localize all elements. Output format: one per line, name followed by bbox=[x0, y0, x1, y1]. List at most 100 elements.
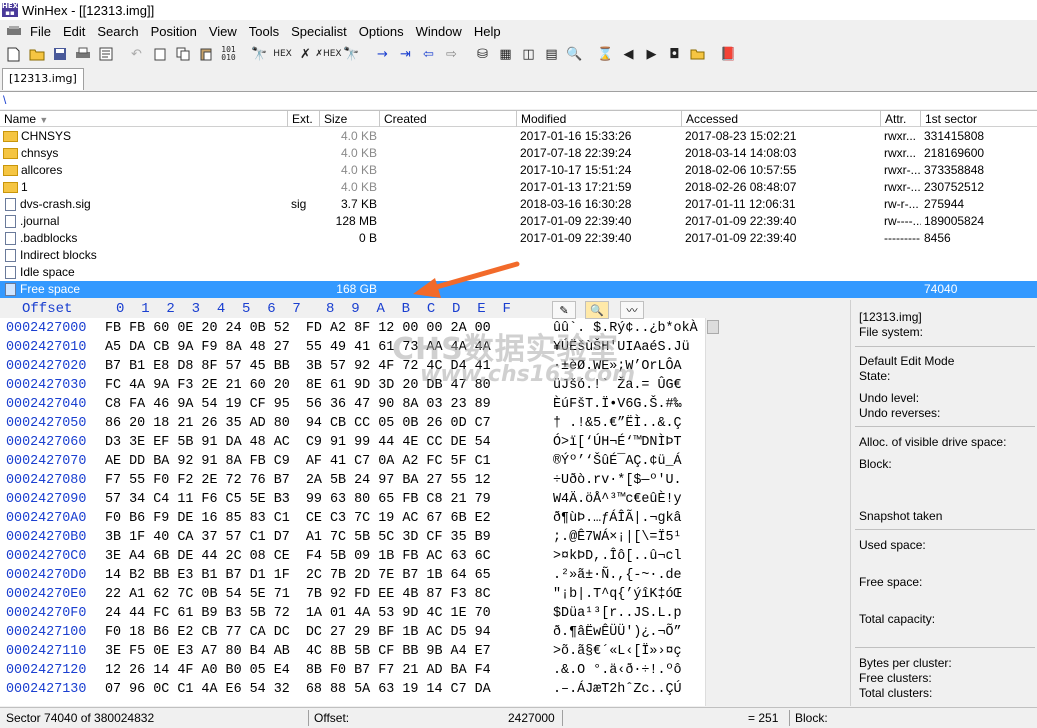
hex-ascii[interactable]: ;.@Ê7WÁ×¡|[\=Ï5¹ bbox=[553, 528, 682, 547]
hex-row[interactable]: 0002427080 F7 55 F0 F2 2E 72 76 B7 2A 5B … bbox=[0, 471, 705, 490]
hex-row[interactable]: 0002427100 F0 18 B6 E2 CB 77 CA DC DC 27 … bbox=[0, 623, 705, 642]
hex-bytes[interactable]: AE DD BA 92 91 8A FB C9 AF 41 C7 0A A2 F… bbox=[105, 452, 491, 471]
next-icon[interactable]: ▶ bbox=[642, 45, 661, 64]
ram-editor-icon[interactable]: ▦ bbox=[496, 45, 515, 64]
hex-ascii[interactable]: ð¶ùÞ.…ƒÁÎÃ|.¬gkâ bbox=[553, 509, 682, 528]
hex-ascii[interactable]: Ó>ï[‘ÚH¬É‘™DNÌÞT bbox=[553, 433, 682, 452]
menu-edit[interactable]: Edit bbox=[57, 24, 91, 39]
hex-bytes[interactable]: F0 18 B6 E2 CB 77 CA DC DC 27 29 BF 1B A… bbox=[105, 623, 491, 642]
hex-ascii[interactable]: ð.¶âËwÊÜÜ')¿.¬Õ” bbox=[553, 623, 682, 642]
search-icon[interactable]: 🔍 bbox=[565, 45, 584, 64]
hex-ascii[interactable]: .²»ã±·Ñ.,{-~·.de bbox=[553, 566, 682, 585]
hex-bytes[interactable]: 57 34 C4 11 F6 C5 5E B3 99 63 80 65 FB C… bbox=[105, 490, 491, 509]
menu-tools[interactable]: Tools bbox=[243, 24, 285, 39]
hex-ascii[interactable]: $Düa¹³[r..JS.L.p bbox=[553, 604, 682, 623]
hex-row[interactable]: 00024270C0 3E A4 6B DE 44 2C 08 CE F4 5B … bbox=[0, 547, 705, 566]
hex-ascii[interactable]: ®Ýº’‘ŠûÉ¯AÇ.¢ü_Á bbox=[553, 452, 682, 471]
hex-row[interactable]: 0002427110 3E F5 0E E3 A7 80 B4 AB 4C 8B … bbox=[0, 642, 705, 661]
folder-icon[interactable] bbox=[688, 45, 707, 64]
hex-bytes[interactable]: 12 26 14 4F A0 B0 05 E4 8B F0 B7 F7 21 A… bbox=[105, 661, 491, 680]
hex-row[interactable]: 00024270D0 14 B2 BB E3 B1 B7 D1 1F 2C 7B … bbox=[0, 566, 705, 585]
column-name[interactable]: Name ▼ bbox=[0, 111, 288, 127]
directory-row[interactable]: CHNSYS 4.0 KB 2017-01-16 15:33:26 2017-08-2… bbox=[0, 128, 1037, 145]
menu-search[interactable]: Search bbox=[91, 24, 144, 39]
find-again-icon[interactable]: 🔭 bbox=[342, 45, 361, 64]
camera-icon[interactable]: ◘ bbox=[665, 45, 684, 64]
hex-bytes[interactable]: 3E F5 0E E3 A7 80 B4 AB 4C 8B 5B CF BB 9… bbox=[105, 642, 491, 661]
hex-bytes[interactable]: 14 B2 BB E3 B1 B7 D1 1F 2C 7B 2D 7E B7 1… bbox=[105, 566, 491, 585]
new-file-icon[interactable] bbox=[4, 45, 23, 64]
column-attr[interactable]: Attr. bbox=[881, 111, 921, 127]
hex-bytes[interactable]: 24 44 FC 61 B9 B3 5B 72 1A 01 4A 53 9D 4… bbox=[105, 604, 491, 623]
hex-row[interactable]: 0002427040 C8 FA 46 9A 54 19 CF 95 56 36 … bbox=[0, 395, 705, 414]
hex-ascii[interactable]: >¤kÞD,.Îô[..û¬cl bbox=[553, 547, 682, 566]
hex-row[interactable]: 0002427090 57 34 C4 11 F6 C5 5E B3 99 63 … bbox=[0, 490, 705, 509]
directory-row[interactable]: chnsys 4.0 KB 2017-07-18 22:39:24 2018-03-1… bbox=[0, 145, 1037, 162]
write-block-icon[interactable]: 101 010 bbox=[219, 45, 238, 64]
column-created[interactable]: Created bbox=[380, 111, 517, 127]
previous-icon[interactable]: ◀ bbox=[619, 45, 638, 64]
hex-bytes[interactable]: F0 B6 F9 DE 16 85 83 C1 CE C3 7C 19 AC 6… bbox=[105, 509, 491, 528]
hex-ascii[interactable]: .&.O °.ä‹ð·÷!.ºô bbox=[553, 661, 682, 680]
column-accessed[interactable]: Accessed bbox=[682, 111, 881, 127]
disk-icon[interactable]: ◫ bbox=[519, 45, 538, 64]
hex-ascii[interactable]: >õ.ã§€´«L‹[Ï»›¤ç bbox=[553, 642, 682, 661]
hex-bytes[interactable]: 07 96 0C C1 4A E6 54 32 68 88 5A 63 19 1… bbox=[105, 680, 491, 699]
hex-row[interactable]: 0002427050 86 20 18 21 26 35 AD 80 94 CB … bbox=[0, 414, 705, 433]
magnifier-mode-icon[interactable]: 🔍 bbox=[585, 301, 609, 319]
hex-row[interactable]: 00024270E0 22 A1 62 7C 0B 54 5E 71 7B 92 … bbox=[0, 585, 705, 604]
undo-icon[interactable]: ↶ bbox=[127, 45, 146, 64]
hex-row[interactable]: 00024270A0 F0 B6 F9 DE 16 85 83 C1 CE C3 … bbox=[0, 509, 705, 528]
help-book-icon[interactable]: 📕 bbox=[719, 45, 738, 64]
menu-options[interactable]: Options bbox=[353, 24, 410, 39]
hex-row[interactable]: 0002427060 D3 3E EF 5B 91 DA 48 AC C9 91 … bbox=[0, 433, 705, 452]
menu-position[interactable]: Position bbox=[145, 24, 203, 39]
menu-specialist[interactable]: Specialist bbox=[285, 24, 353, 39]
pen-mode-icon[interactable]: ✎ bbox=[552, 301, 576, 319]
directory-row[interactable]: dvs-crash.sig sig 3.7 KB 2018-03-16 16:30:2… bbox=[0, 196, 1037, 213]
forward-icon[interactable]: ⇨ bbox=[442, 45, 461, 64]
hex-row[interactable]: 00024270B0 3B 1F 40 CA 37 57 C1 D7 A1 7C … bbox=[0, 528, 705, 547]
paste-icon[interactable] bbox=[196, 45, 215, 64]
hex-bytes[interactable]: 3B 1F 40 CA 37 57 C1 D7 A1 7C 5B 5C 3D C… bbox=[105, 528, 491, 547]
copy-icon[interactable] bbox=[173, 45, 192, 64]
hex-bytes[interactable]: C8 FA 46 9A 54 19 CF 95 56 36 47 90 8A 0… bbox=[105, 395, 491, 414]
menu-help[interactable]: Help bbox=[468, 24, 507, 39]
directory-row[interactable]: .badblocks 0 B 2017-01-09 22:39:40 2017-01-… bbox=[0, 230, 1037, 247]
scrollbar-thumb[interactable] bbox=[707, 320, 719, 334]
tab-12313-img[interactable]: [12313.img] bbox=[2, 68, 84, 90]
hex-bytes[interactable]: F7 55 F0 F2 2E 72 76 B7 2A 5B 24 97 BA 2… bbox=[105, 471, 491, 490]
menu-view[interactable]: View bbox=[203, 24, 243, 39]
print-icon[interactable] bbox=[73, 45, 92, 64]
disk-editor-icon[interactable]: ⛁ bbox=[473, 45, 492, 64]
hex-bytes[interactable]: 3E A4 6B DE 44 2C 08 CE F4 5B 09 1B FB A… bbox=[105, 547, 491, 566]
hex-row[interactable]: 0002427120 12 26 14 4F A0 B0 05 E4 8B F0 … bbox=[0, 661, 705, 680]
save-icon[interactable] bbox=[50, 45, 69, 64]
menu-file[interactable]: File bbox=[24, 24, 57, 39]
go-to-offset-icon[interactable]: → bbox=[373, 45, 392, 64]
snapshot-icon[interactable]: ⌛ bbox=[596, 45, 615, 64]
directory-row[interactable]: 1 4.0 KB 2017-01-13 17:21:59 2018-02-26 08:… bbox=[0, 179, 1037, 196]
hex-scrollbar[interactable] bbox=[705, 318, 720, 706]
directory-row[interactable]: .journal 128 MB 2017-01-09 22:39:40 2017-01… bbox=[0, 213, 1037, 230]
directory-row[interactable]: allcores 4.0 KB 2017-10-17 15:51:24 2018-02… bbox=[0, 162, 1037, 179]
hex-ascii[interactable]: † .!&5.€”ËÌ..&.Ç bbox=[553, 414, 682, 433]
menu-window[interactable]: Window bbox=[410, 24, 468, 39]
calculator-icon[interactable]: ▤ bbox=[542, 45, 561, 64]
hex-row[interactable]: 00024270F0 24 44 FC 61 B9 B3 5B 72 1A 01 … bbox=[0, 604, 705, 623]
hex-bytes[interactable]: 86 20 18 21 26 35 AD 80 94 CB CC 05 0B 2… bbox=[105, 414, 491, 433]
find-text-icon[interactable]: 🔭 bbox=[250, 45, 269, 64]
back-icon[interactable]: ⇦ bbox=[419, 45, 438, 64]
column-ext[interactable]: Ext. bbox=[288, 111, 320, 127]
wave-mode-icon[interactable]: 〰 bbox=[620, 301, 644, 319]
hex-row[interactable]: 0002427130 07 96 0C C1 4A E6 54 32 68 88 … bbox=[0, 680, 705, 699]
open-file-icon[interactable] bbox=[27, 45, 46, 64]
column-size[interactable]: Size bbox=[320, 111, 380, 127]
system-menu-icon[interactable] bbox=[4, 24, 24, 38]
hex-ascii[interactable]: W4Ä.öÅ^³™c€eûÈ!y bbox=[553, 490, 682, 509]
find-hex-icon[interactable]: HEX bbox=[273, 45, 292, 64]
hex-ascii[interactable]: "¡b|.T^q{’ýîK‡óŒ bbox=[553, 585, 682, 604]
hex-ascii[interactable]: ÷Uðò.rv·*[$—º'U. bbox=[553, 471, 682, 490]
go-to-sector-icon[interactable]: ⇥ bbox=[396, 45, 415, 64]
properties-icon[interactable] bbox=[96, 45, 115, 64]
